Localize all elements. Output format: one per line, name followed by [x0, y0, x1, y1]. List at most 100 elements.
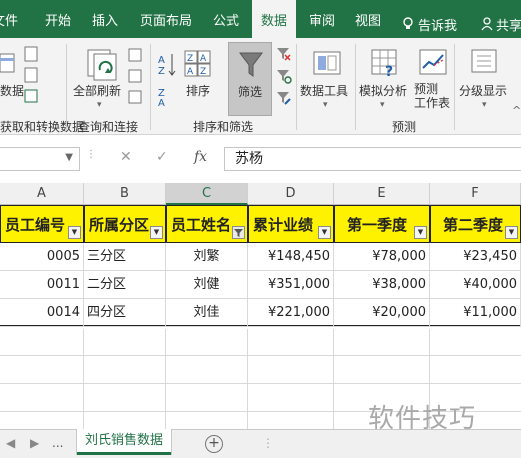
- column-header-a[interactable]: A: [0, 183, 84, 205]
- sheet-bar-grip-icon[interactable]: ⋮: [262, 436, 274, 450]
- header-cell-employee-id[interactable]: 员工编号 ▼: [0, 205, 84, 243]
- table-cell[interactable]: ¥78,000: [334, 243, 430, 271]
- table-cell[interactable]: ¥38,000: [334, 271, 430, 299]
- ribbon-tab-bar: 文件 开始 插入 页面布局 公式 数据 审阅 视图 告诉我 共享: [0, 0, 521, 38]
- header-label: 所属分区: [89, 216, 150, 234]
- filter-dropdown-icon[interactable]: ▼: [505, 226, 518, 239]
- table-cell[interactable]: 二分区: [84, 271, 166, 299]
- formula-input[interactable]: 苏杨: [224, 147, 521, 171]
- share-button[interactable]: 共享: [481, 15, 521, 34]
- table-cell[interactable]: 刘佳: [166, 299, 248, 327]
- outline-button[interactable]: 分级显示: [459, 82, 507, 99]
- sort-button[interactable]: 排序: [186, 82, 210, 99]
- formula-bar-grip-icon[interactable]: ⋮: [86, 149, 96, 160]
- scroll-right-icon[interactable]: ▶: [30, 436, 39, 450]
- chevron-down-icon[interactable]: ▾: [380, 100, 385, 110]
- sort-icon[interactable]: Z A A Z: [184, 50, 212, 78]
- filter-applied-icon[interactable]: [232, 226, 245, 239]
- data-tools-icon[interactable]: [312, 48, 342, 78]
- tell-me-label: 告诉我: [418, 18, 458, 34]
- forecast-sheet-icon[interactable]: [418, 48, 448, 78]
- svg-text:A: A: [200, 54, 207, 64]
- get-data-icon: [0, 53, 15, 73]
- header-label: 员工编号: [5, 216, 66, 234]
- tab-home[interactable]: 开始: [45, 0, 71, 38]
- sort-az-icon[interactable]: A Z Z A: [158, 52, 178, 106]
- sheet-tab-active[interactable]: 刘氏销售数据: [77, 429, 172, 455]
- tab-view[interactable]: 视图: [355, 0, 381, 38]
- insert-function-button[interactable]: fx: [194, 149, 207, 165]
- name-box[interactable]: ▼: [0, 147, 80, 171]
- tab-page-layout[interactable]: 页面布局: [140, 0, 192, 38]
- funnel-icon: [234, 229, 243, 237]
- refresh-all-button[interactable]: 全部刷新: [73, 82, 121, 99]
- refresh-all-icon[interactable]: [86, 48, 120, 82]
- table-cell[interactable]: ¥351,000: [248, 271, 334, 299]
- scroll-left-icon[interactable]: ◀: [6, 436, 15, 450]
- column-header-c[interactable]: C: [166, 183, 248, 205]
- tab-insert[interactable]: 插入: [92, 0, 118, 38]
- lightbulb-icon: [403, 17, 413, 29]
- query-small-icons: [128, 48, 142, 104]
- data-block: 0005 三分区 刘繁 ¥148,450 ¥78,000 ¥23,450 001…: [0, 243, 521, 327]
- tab-review[interactable]: 审阅: [309, 0, 335, 38]
- chevron-down-icon[interactable]: ▾: [323, 100, 328, 110]
- table-cell[interactable]: 刘健: [166, 271, 248, 299]
- sheet-overflow-button[interactable]: ...: [52, 436, 63, 450]
- table-cell[interactable]: ¥221,000: [248, 299, 334, 327]
- table-cell[interactable]: ¥23,450: [430, 243, 521, 271]
- outline-icon[interactable]: [470, 48, 498, 76]
- share-label: 共享: [496, 18, 521, 34]
- filter-dropdown-icon[interactable]: ▼: [318, 226, 331, 239]
- header-label: 第二季度: [443, 216, 504, 234]
- table-cell[interactable]: ¥20,000: [334, 299, 430, 327]
- watermark: 软件技巧: [368, 404, 477, 434]
- spreadsheet-grid[interactable]: A B C D E F 员工编号 ▼ 所属分区 ▼ 员工姓名 累计业绩 ▼ 第一…: [0, 183, 521, 429]
- whatif-analysis-icon[interactable]: ?: [370, 48, 400, 78]
- group-forecast: 预测: [392, 120, 417, 134]
- header-cell-q2[interactable]: 第二季度 ▼: [430, 205, 521, 243]
- svg-text:Z: Z: [187, 54, 193, 64]
- column-header-e[interactable]: E: [334, 183, 430, 205]
- header-cell-total-sales[interactable]: 累计业绩 ▼: [248, 205, 334, 243]
- header-cell-district[interactable]: 所属分区 ▼: [84, 205, 166, 243]
- column-header-b[interactable]: B: [84, 183, 166, 205]
- table-cell[interactable]: ¥40,000: [430, 271, 521, 299]
- collapse-ribbon-icon[interactable]: ^: [512, 104, 521, 117]
- filter-dropdown-icon[interactable]: ▼: [414, 226, 427, 239]
- tab-data[interactable]: 数据: [252, 0, 296, 38]
- svg-text:A: A: [187, 67, 194, 77]
- svg-text:?: ?: [385, 64, 393, 78]
- data-tools-button[interactable]: 数据工具: [300, 82, 348, 99]
- table-cell[interactable]: 三分区: [84, 243, 166, 271]
- header-label: 员工姓名: [171, 216, 232, 234]
- table-cell[interactable]: ¥11,000: [430, 299, 521, 327]
- forecast-sheet-button[interactable]: 预测 工作表: [414, 82, 450, 110]
- tab-formulas[interactable]: 公式: [213, 0, 239, 38]
- enter-icon[interactable]: ✓: [156, 149, 168, 165]
- chevron-down-icon[interactable]: ▼: [65, 152, 73, 163]
- add-sheet-button[interactable]: +: [205, 435, 223, 453]
- column-header-f[interactable]: F: [430, 183, 521, 205]
- table-cell[interactable]: 四分区: [84, 299, 166, 327]
- table-cell[interactable]: ¥148,450: [248, 243, 334, 271]
- get-data-button[interactable]: 数据: [0, 82, 24, 99]
- cancel-icon[interactable]: ✕: [120, 149, 132, 165]
- tell-me-search[interactable]: 告诉我: [402, 15, 458, 34]
- small-query-icons: [24, 46, 38, 103]
- formula-bar: ▼ ⋮ ✕ ✓ fx 苏杨: [0, 135, 521, 183]
- chevron-down-icon[interactable]: ▾: [482, 100, 487, 110]
- column-header-d[interactable]: D: [248, 183, 334, 205]
- table-cell[interactable]: 0011: [0, 271, 84, 299]
- table-cell[interactable]: 刘繁: [166, 243, 248, 271]
- whatif-analysis-button[interactable]: 模拟分析: [359, 82, 407, 99]
- tab-file[interactable]: 文件: [0, 0, 18, 38]
- header-cell-q1[interactable]: 第一季度 ▼: [334, 205, 430, 243]
- table-cell[interactable]: 0014: [0, 299, 84, 327]
- header-cell-employee-name[interactable]: 员工姓名: [166, 205, 248, 243]
- filter-dropdown-icon[interactable]: ▼: [68, 226, 81, 239]
- filter-dropdown-icon[interactable]: ▼: [150, 226, 163, 239]
- table-cell[interactable]: 0005: [0, 243, 84, 271]
- filter-button[interactable]: 筛选: [228, 42, 272, 116]
- chevron-down-icon[interactable]: ▾: [97, 100, 102, 110]
